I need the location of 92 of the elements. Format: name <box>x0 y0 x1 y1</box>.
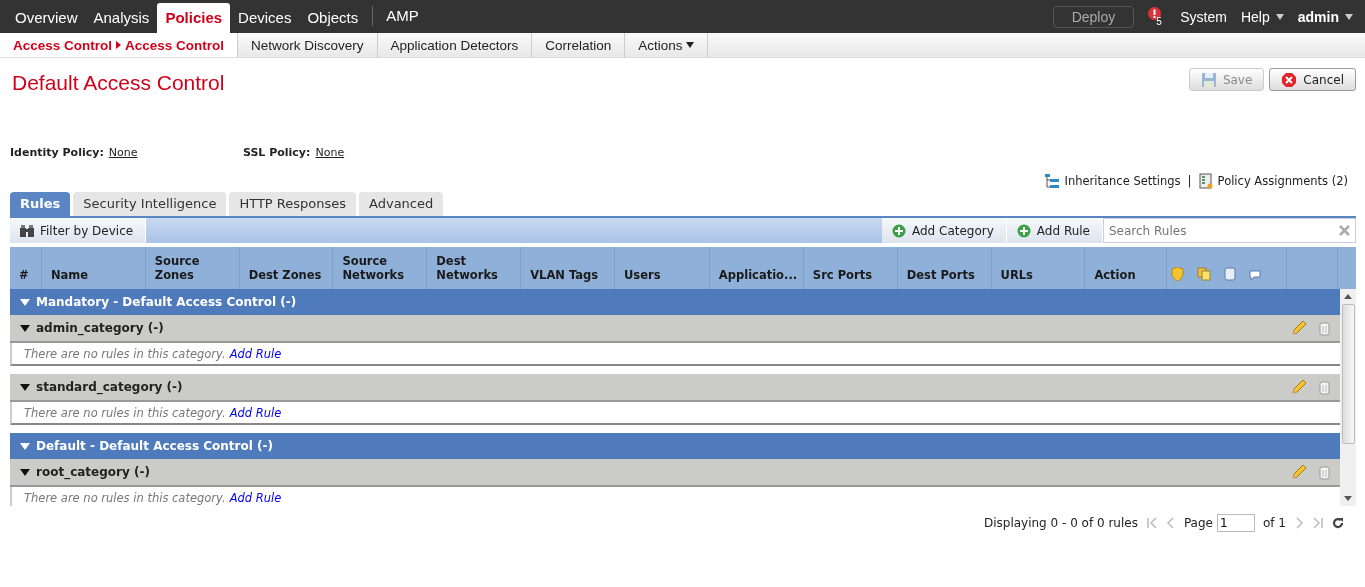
column-header: Name <box>50 268 89 282</box>
nav-tab[interactable]: Analysis <box>85 3 158 33</box>
policy-label: Identity Policy: <box>10 146 104 161</box>
expand-caret-icon[interactable] <box>20 324 30 332</box>
trash-icon[interactable] <box>1319 464 1330 480</box>
empty-category-message: There are no rules in this category. <box>24 346 226 361</box>
page-number-field[interactable]: 1 <box>1217 514 1255 532</box>
column-header: Dest Ports <box>906 268 975 282</box>
alert-indicator[interactable]: 5 <box>1148 6 1167 27</box>
nav-tab[interactable]: AMP <box>372 5 427 26</box>
plus-icon <box>891 223 906 238</box>
tab[interactable]: Rules <box>10 192 71 216</box>
copy-icon <box>1197 267 1212 281</box>
add-rule-link[interactable]: Add Rule <box>229 490 282 505</box>
pencil-icon[interactable] <box>1291 379 1307 395</box>
hierarchy-icon <box>1043 173 1060 189</box>
category-header[interactable]: standard_category (-) <box>10 374 1340 402</box>
refresh-icon[interactable] <box>1332 517 1344 529</box>
section-header[interactable]: Mandatory - Default Access Control (-) <box>10 289 1340 315</box>
expand-caret-icon[interactable] <box>20 383 30 391</box>
comment-icon <box>1249 270 1262 281</box>
section-header[interactable]: Default - Default Access Control (-) <box>10 433 1340 459</box>
add-rule-link[interactable]: Add Rule <box>229 346 282 361</box>
column-header: # <box>19 268 29 282</box>
user-menu[interactable]: admin <box>1297 8 1353 25</box>
subnav-tab[interactable]: Application Detectors <box>377 33 533 57</box>
next-page-icon[interactable] <box>1294 517 1304 529</box>
scroll-down-icon[interactable] <box>1344 496 1352 501</box>
pencil-icon[interactable] <box>1291 464 1307 480</box>
category-header[interactable]: root_category (-) <box>10 459 1340 487</box>
clear-icon[interactable] <box>1339 225 1350 236</box>
column-header: VLAN Tags <box>530 268 599 282</box>
previous-page-icon[interactable] <box>1165 517 1176 529</box>
shield-icon <box>1171 267 1185 281</box>
breadcrumb-arrow-icon <box>116 41 122 49</box>
caret-icon <box>686 42 695 48</box>
column-header: Src Ports <box>812 268 872 282</box>
tab[interactable]: Security Intelligence <box>73 192 227 216</box>
trash-icon[interactable] <box>1319 320 1330 336</box>
nav-tab[interactable]: Objects <box>299 3 367 33</box>
tab[interactable]: HTTP Responses <box>229 192 357 216</box>
page-title: Default Access Control <box>12 71 225 96</box>
nav-tab[interactable]: Overview <box>7 3 86 33</box>
scrollbar[interactable] <box>1340 289 1356 506</box>
column-header: Dest Networks <box>436 254 499 282</box>
column-header: Applicatio... <box>718 268 798 282</box>
policy-assignments-link[interactable]: Policy Assignments (2) <box>1217 174 1348 188</box>
subnav-tab[interactable]: Correlation <box>532 33 626 57</box>
column-header: Source Networks <box>342 254 406 282</box>
plus-icon <box>1016 223 1031 238</box>
column-header: URLs <box>1000 268 1033 282</box>
nav-tab[interactable]: Policies <box>157 3 231 33</box>
empty-category-message: There are no rules in this category. <box>24 405 226 420</box>
page-total: of 1 <box>1263 516 1286 530</box>
first-page-icon[interactable] <box>1145 517 1158 529</box>
binoculars-icon <box>20 224 34 237</box>
search-field[interactable]: Search Rules <box>1103 218 1356 243</box>
pencil-icon[interactable] <box>1291 320 1307 336</box>
inheritance-settings-link[interactable]: Inheritance Settings <box>1064 174 1181 188</box>
caret-icon <box>1345 13 1353 20</box>
scroll-up-icon[interactable] <box>1344 294 1352 299</box>
link-separator: | <box>1187 174 1192 188</box>
deploy-button[interactable]: Deploy <box>1052 5 1135 28</box>
add-rule-button[interactable]: Add Rule <box>1006 218 1103 243</box>
policy-link[interactable]: None <box>315 146 345 162</box>
help-menu[interactable]: Help <box>1240 8 1284 25</box>
subnav-tab[interactable]: Network Discovery <box>238 33 378 57</box>
column-header: Users <box>624 268 661 282</box>
add-rule-link[interactable]: Add Rule <box>229 405 282 420</box>
column-header: Action <box>1094 268 1136 282</box>
category-header[interactable]: admin_category (-) <box>10 315 1340 343</box>
expand-caret-icon[interactable] <box>20 468 30 476</box>
close-icon <box>1281 71 1298 88</box>
trash-icon[interactable] <box>1319 379 1330 395</box>
empty-category-message: There are no rules in this category. <box>24 490 226 505</box>
nav-tab[interactable]: Devices <box>230 3 300 33</box>
column-header: Source Zones <box>154 254 201 282</box>
document-icon <box>1198 173 1213 189</box>
policy-label: SSL Policy: <box>243 146 311 161</box>
tab[interactable]: Advanced <box>359 192 444 216</box>
caret-icon <box>1275 13 1284 20</box>
results-count: Displaying 0 - 0 of 0 rules <box>983 516 1138 530</box>
add-category-button[interactable]: Add Category <box>881 218 1007 243</box>
subnav-tab[interactable]: Access Control Access Control <box>0 33 239 57</box>
policy-link[interactable]: None <box>108 146 138 162</box>
cancel-button[interactable]: Cancel <box>1269 68 1356 91</box>
system-menu[interactable]: System <box>1180 8 1227 25</box>
last-page-icon[interactable] <box>1312 517 1324 529</box>
column-header: Dest Zones <box>248 268 322 282</box>
page-label: Page <box>1183 516 1213 530</box>
filter-by-device-button[interactable]: Filter by Device <box>10 218 147 243</box>
subnav-tab[interactable]: Actions <box>625 33 709 57</box>
